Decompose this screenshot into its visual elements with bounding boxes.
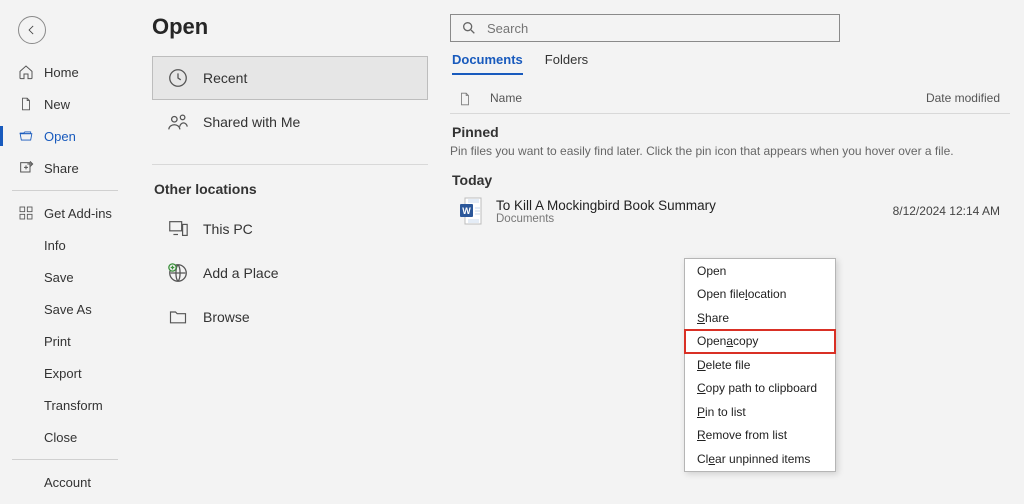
search-icon: [461, 20, 477, 36]
folder-open-icon: [18, 128, 34, 144]
source-recent-label: Recent: [203, 70, 247, 86]
people-icon: [167, 111, 189, 133]
file-location: Documents: [496, 213, 860, 225]
section-pinned: Pinned: [452, 124, 1010, 140]
ctx-open-file-location[interactable]: Open file location: [685, 283, 835, 307]
search-input[interactable]: [487, 21, 829, 36]
section-today: Today: [452, 172, 1010, 188]
ctx-delete-file[interactable]: Delete file: [685, 353, 835, 377]
pc-icon: [167, 218, 189, 240]
add-place-icon: [167, 262, 189, 284]
nav-save[interactable]: Save: [0, 261, 130, 293]
app-root: Home New Open Share Get Add-ins Info Sav…: [0, 0, 1024, 504]
share-icon: [18, 160, 34, 176]
file-date: 8/12/2024 12:14 AM: [860, 204, 1010, 218]
tab-documents[interactable]: Documents: [452, 52, 523, 75]
nav-transform[interactable]: Transform: [0, 389, 130, 421]
context-menu: Open Open file location Share Open a cop…: [684, 258, 836, 472]
nav-print-label: Print: [44, 334, 71, 349]
nav-home-label: Home: [44, 65, 79, 80]
tab-folders[interactable]: Folders: [545, 52, 588, 75]
col-date[interactable]: Date modified: [890, 91, 1010, 107]
page-title: Open: [152, 14, 428, 40]
nav-getaddins-label: Get Add-ins: [44, 206, 112, 221]
source-browse[interactable]: Browse: [152, 295, 428, 339]
source-browse-label: Browse: [203, 309, 250, 325]
ctx-copy-path[interactable]: Copy path to clipboard: [685, 377, 835, 401]
nav-home[interactable]: Home: [0, 56, 130, 88]
ctx-remove-from-list[interactable]: Remove from list: [685, 424, 835, 448]
left-nav: Home New Open Share Get Add-ins Info Sav…: [0, 0, 130, 504]
search-box[interactable]: [450, 14, 840, 42]
source-thispc[interactable]: This PC: [152, 207, 428, 251]
nav-close[interactable]: Close: [0, 421, 130, 453]
tabs: Documents Folders: [450, 52, 1010, 75]
nav-account-label: Account: [44, 475, 91, 490]
nav-separator: [12, 190, 118, 191]
nav-saveas-label: Save As: [44, 302, 92, 317]
nav-getaddins[interactable]: Get Add-ins: [0, 197, 130, 229]
nav-save-label: Save: [44, 270, 74, 285]
nav-transform-label: Transform: [44, 398, 103, 413]
mid-separator: [152, 164, 428, 165]
document-icon: [18, 96, 34, 112]
nav-account[interactable]: Account: [0, 466, 130, 498]
ctx-clear-unpinned[interactable]: Clear unpinned items: [685, 447, 835, 471]
document-icon: [458, 91, 472, 107]
nav-share-label: Share: [44, 161, 79, 176]
ctx-share[interactable]: Share: [685, 306, 835, 330]
nav-open-label: Open: [44, 129, 76, 144]
column-headers: Name Date modified: [450, 85, 1010, 114]
nav-separator-2: [12, 459, 118, 460]
ctx-open[interactable]: Open: [685, 259, 835, 283]
source-shared-label: Shared with Me: [203, 114, 300, 130]
col-icon[interactable]: [458, 91, 490, 107]
col-name[interactable]: Name: [490, 91, 890, 107]
svg-text:W: W: [462, 206, 471, 216]
source-addplace[interactable]: Add a Place: [152, 251, 428, 295]
nav-info-label: Info: [44, 238, 66, 253]
nav-print[interactable]: Print: [0, 325, 130, 357]
clock-icon: [167, 67, 189, 89]
source-recent[interactable]: Recent: [152, 56, 428, 100]
nav-share[interactable]: Share: [0, 152, 130, 184]
source-thispc-label: This PC: [203, 221, 253, 237]
addins-icon: [18, 205, 34, 221]
other-locations-heading: Other locations: [154, 181, 428, 197]
nav-export[interactable]: Export: [0, 357, 130, 389]
pinned-hint: Pin files you want to easily find later.…: [450, 144, 1010, 158]
ctx-open-a-copy[interactable]: Open a copy: [685, 330, 835, 354]
file-row[interactable]: W To Kill A Mockingbird Book Summary Doc…: [450, 192, 1010, 230]
nav-close-label: Close: [44, 430, 77, 445]
ctx-pin-to-list[interactable]: Pin to list: [685, 400, 835, 424]
nav-new[interactable]: New: [0, 88, 130, 120]
source-shared[interactable]: Shared with Me: [152, 100, 428, 144]
nav-info[interactable]: Info: [0, 229, 130, 261]
folder-icon: [167, 306, 189, 328]
file-name: To Kill A Mockingbird Book Summary: [496, 198, 860, 213]
home-icon: [18, 64, 34, 80]
open-sources-panel: Open Recent Shared with Me Other locatio…: [130, 0, 450, 504]
file-text: To Kill A Mockingbird Book Summary Docum…: [496, 198, 860, 225]
back-button[interactable]: [18, 16, 46, 44]
arrow-left-icon: [25, 23, 39, 37]
source-addplace-label: Add a Place: [203, 265, 279, 281]
nav-new-label: New: [44, 97, 70, 112]
nav-export-label: Export: [44, 366, 82, 381]
nav-saveas[interactable]: Save As: [0, 293, 130, 325]
nav-open[interactable]: Open: [0, 120, 130, 152]
word-doc-icon: W: [458, 196, 484, 226]
